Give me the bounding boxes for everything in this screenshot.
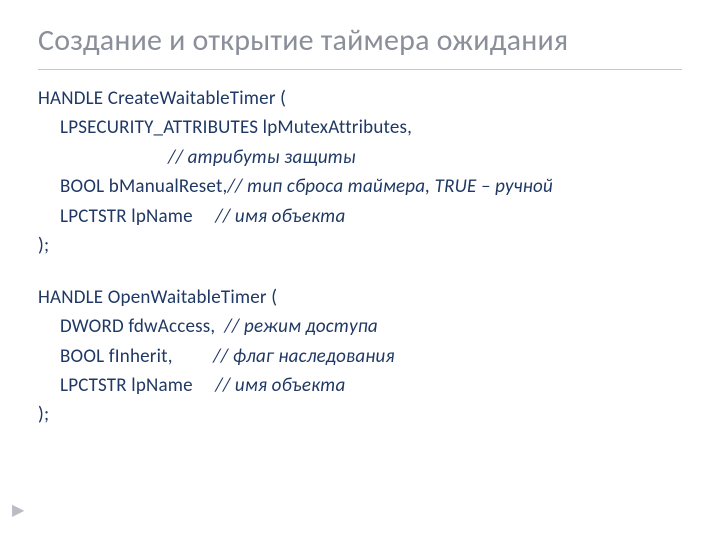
func1-signature: HANDLE CreateWaitableTimer ( bbox=[38, 84, 682, 113]
func2-param1-comment: // режим доступа bbox=[224, 315, 378, 338]
slide: Создание и открытие таймера ожидания HAN… bbox=[0, 0, 720, 540]
func1-param2-comment: // тип сброса таймера, TRUE – ручной bbox=[227, 175, 552, 198]
play-icon: ▶ bbox=[12, 500, 24, 520]
func2-close: ); bbox=[38, 400, 682, 429]
slide-title: Создание и открытие таймера ожидания bbox=[38, 22, 682, 70]
func2-param2: BOOL fInherit, // флаг наследования bbox=[38, 342, 682, 371]
func1-param3: LPCTSTR lpName // имя объекта bbox=[38, 202, 682, 231]
func1-param1: LPSECURITY_ATTRIBUTES lpMutexAttributes, bbox=[38, 113, 682, 142]
spacer bbox=[38, 261, 682, 283]
func2-param1-code: DWORD fdwAccess, bbox=[60, 315, 215, 338]
func1-param3-code: LPCTSTR lpName bbox=[60, 205, 193, 228]
func2-param3-comment: // имя объекта bbox=[215, 374, 345, 397]
func1-param1-comment: // атрибуты защиты bbox=[38, 143, 682, 172]
func2-param1: DWORD fdwAccess, // режим доступа bbox=[38, 312, 682, 341]
func2-param2-code: BOOL fInherit, bbox=[60, 345, 173, 368]
func1-param2: BOOL bManualReset,// тип сброса таймера,… bbox=[38, 172, 682, 201]
func1-param3-comment: // имя объекта bbox=[215, 205, 345, 228]
code-block: HANDLE CreateWaitableTimer ( LPSECURITY_… bbox=[38, 84, 682, 430]
func1-close: ); bbox=[38, 231, 682, 260]
func1-param2-code: BOOL bManualReset, bbox=[60, 175, 227, 198]
func2-param3: LPCTSTR lpName // имя объекта bbox=[38, 371, 682, 400]
func2-param3-code: LPCTSTR lpName bbox=[60, 374, 193, 397]
func2-signature: HANDLE OpenWaitableTimer ( bbox=[38, 283, 682, 312]
func2-param2-comment: // флаг наследования bbox=[213, 345, 395, 368]
